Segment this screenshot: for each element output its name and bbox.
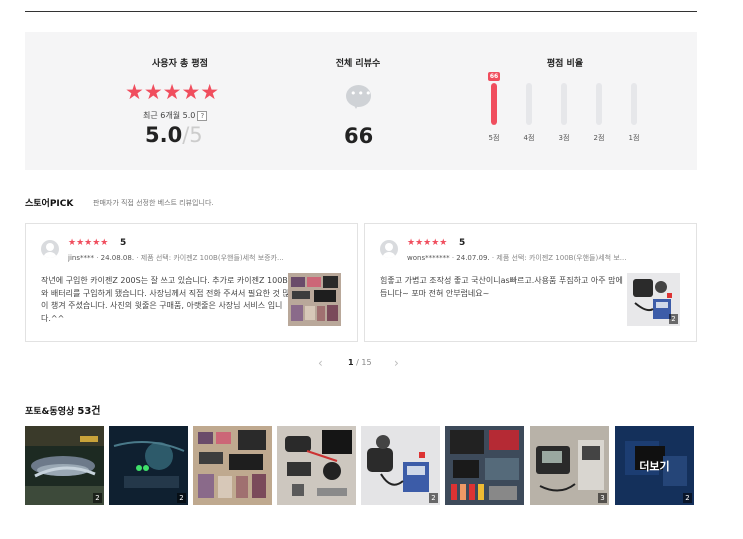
photo-thumbnail[interactable]: 2: [109, 426, 188, 505]
total-pages: / 15: [356, 358, 372, 367]
help-icon[interactable]: ?: [197, 111, 208, 121]
review-rating: 5: [120, 238, 127, 248]
store-pick-description: 판매자가 직접 선정한 베스트 리뷰입니다.: [93, 199, 214, 207]
rating-ratio-label: 평점 비율: [546, 59, 584, 69]
user-total-rating-label: 사용자 총 평점: [152, 59, 208, 69]
review-meta: wons******* · 24.07.09. · 제품 선택: 카이젠Z 10…: [407, 254, 627, 262]
rating-bar-label: 1점: [628, 134, 640, 142]
review-stars: ★★★★★: [68, 238, 109, 248]
rating-bar-label: 2점: [593, 134, 605, 142]
photo-thumbnail[interactable]: 2: [361, 426, 440, 505]
photo-video-count: 53건: [77, 406, 101, 417]
review-meta: jins**** · 24.08.08. · 제품 선택: 카이젠Z 100B(…: [68, 254, 284, 262]
rating-bar: [491, 83, 497, 125]
rating-distribution: 66 5점 4점 3점 2점 1점: [484, 72, 654, 162]
rating-bar: [596, 83, 602, 125]
review-user: wons*******: [407, 254, 450, 262]
review-card[interactable]: ★★★★★ 5 jins**** · 24.08.08. · 제품 선택: 카이…: [25, 223, 358, 342]
photo-count-badge: 2: [177, 493, 186, 503]
rating-bar-label: 5점: [488, 134, 500, 142]
store-pick-title: 스토어PICK: [25, 199, 74, 209]
photo-thumbnail[interactable]: [445, 426, 524, 505]
rating-summary-panel: 사용자 총 평점 ★★★★★ 최근 6개월 5.0? 5.0/5 전체 리뷰수 …: [25, 32, 697, 170]
photo-thumbnail[interactable]: [277, 426, 356, 505]
rating-count-badge: 66: [488, 72, 500, 81]
photo-count-badge: 2: [429, 493, 438, 503]
page-indicator: 1 / 15: [348, 358, 372, 367]
photo-video-title: 포토&동영상 53건: [25, 402, 101, 417]
recent-rating-text: 최근 6개월 5.0: [143, 111, 196, 120]
review-text: 힘좋고 가볍고 조작성 좋고 국산이니as빠르고.사용품 푸짐하고 아주 맘에 …: [380, 276, 623, 298]
rating-bar-label: 3점: [558, 134, 570, 142]
rating-bar: [561, 83, 567, 125]
top-divider: [25, 11, 697, 12]
photo-thumbnail[interactable]: 2: [25, 426, 104, 505]
review-rating: 5: [459, 238, 466, 248]
review-photo[interactable]: [288, 273, 341, 326]
more-photos-thumbnail[interactable]: 더보기 2: [615, 426, 694, 505]
rating-stars: ★★★★★: [125, 80, 220, 104]
review-card[interactable]: ★★★★★ 5 wons******* · 24.07.09. · 제품 선택:…: [364, 223, 697, 342]
rating-bar-label: 4점: [523, 134, 535, 142]
rating-bar: [526, 83, 532, 125]
review-photo[interactable]: 2: [627, 273, 680, 326]
photo-count-badge: 3: [598, 493, 607, 503]
total-reviews-count: 66: [344, 124, 374, 148]
review-stars: ★★★★★: [407, 238, 448, 248]
photo-thumbnail[interactable]: 3: [530, 426, 609, 505]
photo-count-badge: 2: [669, 314, 678, 324]
rating-bar: [631, 83, 637, 125]
photo-count-badge: 2: [683, 493, 692, 503]
review-option: 제품 선택: 카이젠Z 100B(우핸들)세척 보증카...: [140, 254, 284, 262]
review-option: 제품 선택: 카이젠Z 100B(우핸들)세척 보...: [496, 254, 627, 262]
chevron-right-icon[interactable]: ›: [394, 356, 399, 370]
photo-video-label: 포토&동영상: [25, 407, 75, 417]
chevron-left-icon[interactable]: ‹: [318, 356, 323, 370]
speech-bubble-tail: [352, 102, 360, 109]
review-user: jins****: [68, 254, 94, 262]
review-date: 24.07.09.: [456, 254, 490, 262]
photo-thumbnail[interactable]: [193, 426, 272, 505]
avatar: [41, 240, 59, 258]
review-text: 작년에 구입한 카이젠Z 200S는 잘 쓰고 있습니다. 추가로 카이젠Z 1…: [41, 276, 290, 323]
more-label: 더보기: [639, 460, 670, 473]
avatar: [380, 240, 398, 258]
score-max: /5: [182, 123, 203, 147]
current-page: 1: [348, 358, 354, 367]
total-reviews-label: 전체 리뷰수: [335, 59, 381, 69]
review-date: 24.08.08.: [100, 254, 135, 262]
photo-count-badge: 2: [93, 493, 102, 503]
speech-bubble-dots: •••: [350, 87, 373, 100]
pagination: ‹ 1 / 15 ›: [318, 356, 408, 370]
score-value: 5.0: [145, 123, 183, 147]
average-score: 5.0/5: [145, 123, 203, 147]
recent-rating: 최근 6개월 5.0?: [143, 110, 208, 121]
rating-bar-fill: [491, 83, 497, 125]
